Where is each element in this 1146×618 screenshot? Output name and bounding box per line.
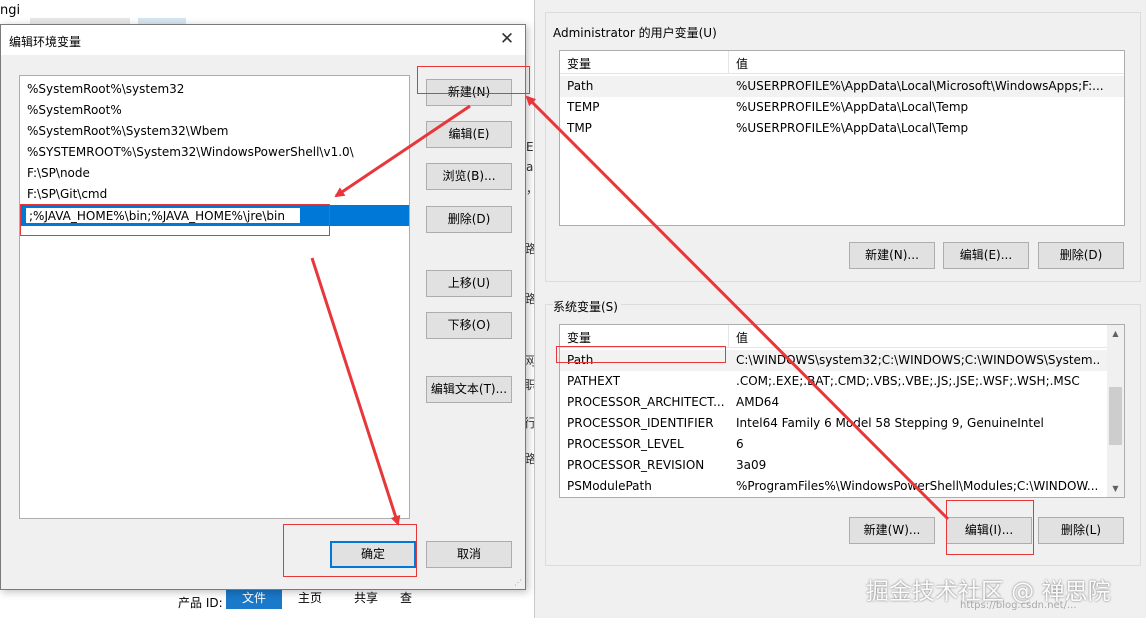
arrow-to-ok <box>310 257 401 526</box>
watermark-sub: https://blog.csdn.net/... <box>960 600 1077 611</box>
arrow-to-entry <box>334 104 471 198</box>
annotation-arrows <box>310 95 950 526</box>
arrow-to-new <box>525 95 950 521</box>
